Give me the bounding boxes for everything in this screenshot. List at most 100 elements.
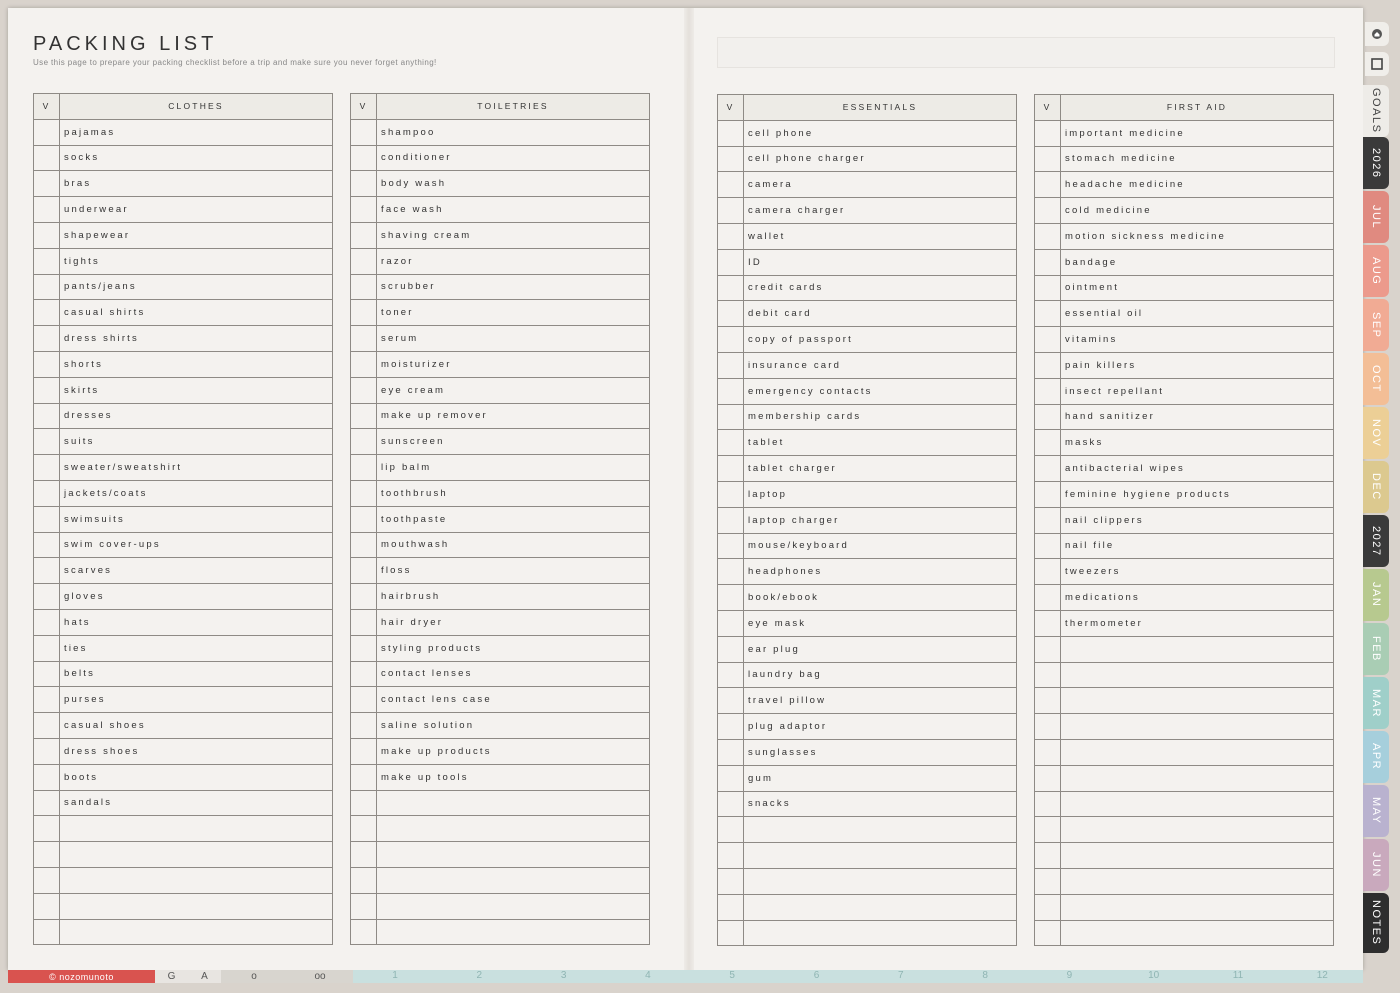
- checkbox-cell[interactable]: [717, 222, 744, 250]
- checkbox-cell[interactable]: [717, 867, 744, 895]
- checkbox-cell[interactable]: [33, 686, 60, 714]
- checkbox-cell[interactable]: [33, 247, 60, 275]
- item-cell[interactable]: ID: [743, 248, 1017, 276]
- item-cell[interactable]: [376, 892, 650, 920]
- item-cell[interactable]: boots: [59, 763, 333, 791]
- home-icon[interactable]: [1365, 22, 1389, 46]
- checkbox-cell[interactable]: [717, 713, 744, 740]
- checkbox-cell[interactable]: [33, 660, 60, 688]
- checkbox-cell[interactable]: [717, 532, 744, 560]
- item-cell[interactable]: [59, 918, 333, 946]
- item-cell[interactable]: [1060, 842, 1334, 869]
- checkbox-cell[interactable]: [717, 300, 744, 328]
- checkbox-cell[interactable]: [33, 918, 60, 946]
- checkbox-cell[interactable]: [33, 118, 60, 146]
- item-cell[interactable]: [1060, 661, 1334, 689]
- checkbox-cell[interactable]: [1034, 558, 1061, 586]
- checkbox-cell[interactable]: [1034, 145, 1061, 173]
- item-cell[interactable]: moisturizer: [376, 350, 650, 378]
- item-cell[interactable]: medications: [1060, 584, 1334, 611]
- item-cell[interactable]: stomach medicine: [1060, 145, 1334, 173]
- item-cell[interactable]: motion sickness medicine: [1060, 222, 1334, 250]
- month-number-12[interactable]: 12: [1317, 970, 1328, 983]
- item-cell[interactable]: cell phone charger: [743, 145, 1017, 173]
- item-cell[interactable]: [59, 841, 333, 868]
- item-cell[interactable]: [59, 892, 333, 920]
- checkbox-cell[interactable]: [1034, 248, 1061, 276]
- checkbox-cell[interactable]: [33, 402, 60, 430]
- checkbox-cell[interactable]: [717, 403, 744, 431]
- checkbox-cell[interactable]: [33, 737, 60, 765]
- checkbox-cell[interactable]: [350, 815, 377, 843]
- checkbox-cell[interactable]: [717, 687, 744, 715]
- item-cell[interactable]: thermometer: [1060, 609, 1334, 637]
- checkbox-cell[interactable]: [33, 325, 60, 352]
- checkbox-cell[interactable]: [717, 584, 744, 611]
- checkbox-cell[interactable]: [717, 816, 744, 844]
- checkbox-cell[interactable]: [33, 608, 60, 636]
- checkbox-cell[interactable]: [717, 842, 744, 869]
- checkbox-cell[interactable]: [717, 171, 744, 199]
- item-cell[interactable]: essential oil: [1060, 300, 1334, 328]
- item-cell[interactable]: headphones: [743, 558, 1017, 586]
- checkbox-cell[interactable]: [717, 506, 744, 534]
- item-cell[interactable]: camera charger: [743, 197, 1017, 224]
- item-cell[interactable]: shaving cream: [376, 221, 650, 249]
- square-icon[interactable]: [1365, 52, 1389, 76]
- checkbox-cell[interactable]: [717, 351, 744, 379]
- item-cell[interactable]: make up tools: [376, 763, 650, 791]
- item-cell[interactable]: important medicine: [1060, 119, 1334, 147]
- checkbox-cell[interactable]: [350, 841, 377, 868]
- tab-dec[interactable]: DEC: [1363, 461, 1389, 513]
- month-number-6[interactable]: 6: [814, 970, 820, 983]
- item-cell[interactable]: gloves: [59, 583, 333, 610]
- item-cell[interactable]: underwear: [59, 196, 333, 223]
- item-cell[interactable]: antibacterial wipes: [1060, 455, 1334, 482]
- tab-jun[interactable]: JUN: [1363, 839, 1389, 891]
- item-cell[interactable]: [1060, 816, 1334, 844]
- checkbox-cell[interactable]: [717, 429, 744, 457]
- checkbox-cell[interactable]: [350, 634, 377, 662]
- item-cell[interactable]: copy of passport: [743, 326, 1017, 353]
- item-cell[interactable]: dress shoes: [59, 737, 333, 765]
- item-cell[interactable]: casual shirts: [59, 299, 333, 327]
- checkbox-cell[interactable]: [717, 738, 744, 766]
- checkbox-cell[interactable]: [1034, 455, 1061, 482]
- checkbox-cell[interactable]: [350, 712, 377, 739]
- checkbox-cell[interactable]: [1034, 222, 1061, 250]
- item-cell[interactable]: [59, 866, 333, 894]
- item-cell[interactable]: conditioner: [376, 144, 650, 172]
- checkbox-cell[interactable]: [1034, 429, 1061, 457]
- checkbox-cell[interactable]: [350, 144, 377, 172]
- item-cell[interactable]: feminine hygiene products: [1060, 480, 1334, 508]
- checkbox-cell[interactable]: [33, 428, 60, 456]
- checkbox-cell[interactable]: [1034, 790, 1061, 818]
- checkbox-cell[interactable]: [350, 531, 377, 559]
- item-cell[interactable]: cold medicine: [1060, 197, 1334, 224]
- item-cell[interactable]: suits: [59, 428, 333, 456]
- item-cell[interactable]: [743, 867, 1017, 895]
- checkbox-cell[interactable]: [350, 221, 377, 249]
- checkbox-cell[interactable]: [350, 376, 377, 404]
- checkbox-cell[interactable]: [717, 635, 744, 663]
- item-cell[interactable]: laundry bag: [743, 661, 1017, 689]
- item-cell[interactable]: casual shoes: [59, 712, 333, 739]
- item-cell[interactable]: tablet charger: [743, 455, 1017, 482]
- checkbox-cell[interactable]: [33, 273, 60, 301]
- checkbox-cell[interactable]: [717, 919, 744, 947]
- item-cell[interactable]: hand sanitizer: [1060, 403, 1334, 431]
- checkbox-cell[interactable]: [33, 712, 60, 739]
- item-cell[interactable]: insect repellant: [1060, 377, 1334, 405]
- checkbox-cell[interactable]: [1034, 687, 1061, 715]
- bottom-nav-oo[interactable]: oo: [287, 970, 353, 983]
- item-cell[interactable]: sandals: [59, 789, 333, 817]
- item-cell[interactable]: dress shirts: [59, 325, 333, 352]
- tab-mar[interactable]: MAR: [1363, 677, 1389, 729]
- checkbox-cell[interactable]: [717, 145, 744, 173]
- checkbox-cell[interactable]: [33, 583, 60, 610]
- checkbox-cell[interactable]: [350, 866, 377, 894]
- tab-sep[interactable]: SEP: [1363, 299, 1389, 351]
- checkbox-cell[interactable]: [350, 789, 377, 817]
- item-cell[interactable]: nail file: [1060, 532, 1334, 560]
- checkbox-cell[interactable]: [1034, 738, 1061, 766]
